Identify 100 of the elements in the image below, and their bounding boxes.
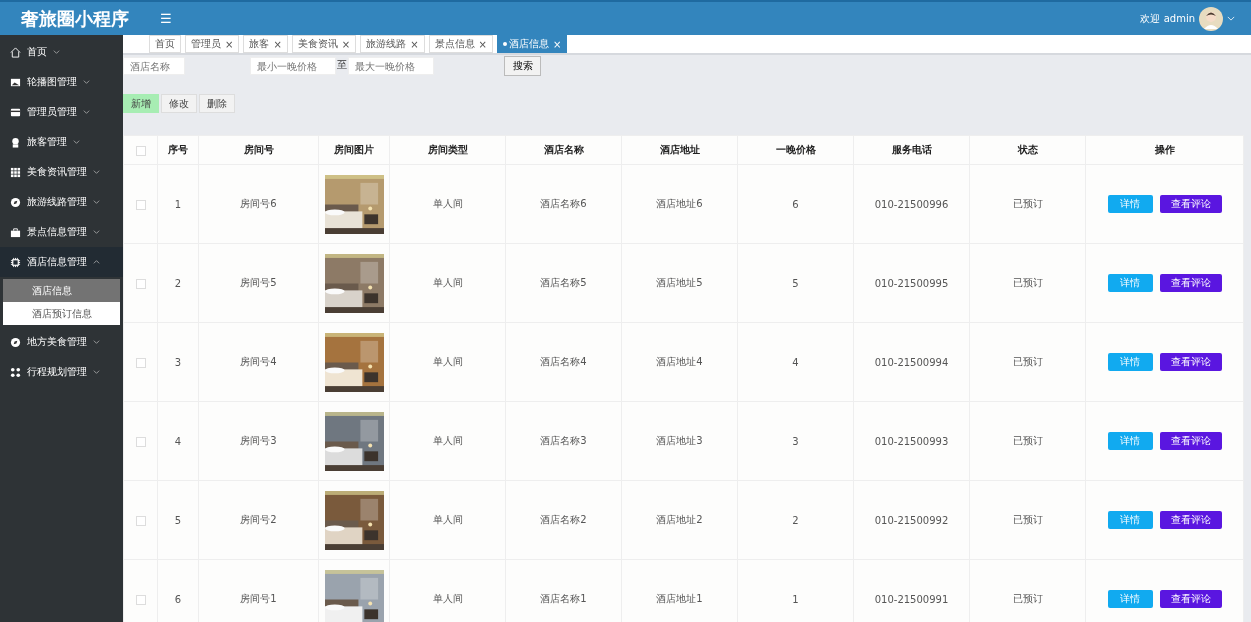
comments-button[interactable]: 查看评论 bbox=[1159, 432, 1222, 450]
sidebar-item[interactable]: 行程规划管理 bbox=[0, 357, 123, 387]
table-cell: 3 bbox=[157, 322, 199, 402]
page-tab[interactable]: 管理员 × bbox=[185, 35, 240, 53]
table-cell: 已预订 bbox=[969, 480, 1086, 560]
header-cell: 序号 bbox=[157, 135, 199, 165]
chevron-icon bbox=[53, 50, 60, 54]
header-cell: 房间图片 bbox=[318, 135, 390, 165]
range-separator: 至 bbox=[337, 58, 347, 72]
chevron-icon bbox=[93, 340, 100, 344]
table-cell: 010-21500993 bbox=[853, 401, 970, 481]
table-cell: 010-21500994 bbox=[853, 322, 970, 402]
comments-button[interactable]: 查看评论 bbox=[1159, 590, 1222, 608]
submenu-item[interactable]: 酒店信息 bbox=[3, 279, 120, 302]
table-cell: 已预订 bbox=[969, 322, 1086, 402]
table-cell: 房间号3 bbox=[198, 401, 319, 481]
table-cell: 酒店名称2 bbox=[505, 480, 622, 560]
table-cell: 单人间 bbox=[389, 480, 506, 560]
chevron-icon bbox=[83, 110, 90, 114]
table-cell: 6 bbox=[737, 164, 854, 244]
table-cell: 酒店名称5 bbox=[505, 243, 622, 323]
chip-icon bbox=[10, 256, 21, 268]
close-icon[interactable]: × bbox=[552, 38, 562, 50]
select-all-checkbox[interactable] bbox=[135, 145, 146, 156]
table-cell: 酒店地址6 bbox=[621, 164, 738, 244]
sidebar-item[interactable]: 管理员管理 bbox=[0, 97, 123, 127]
table-cell: 4 bbox=[737, 322, 854, 402]
caret-icon[interactable] bbox=[1227, 16, 1235, 21]
sidebar-item[interactable]: 旅游线路管理 bbox=[0, 187, 123, 217]
chevron-icon bbox=[93, 260, 100, 264]
table-cell: 房间号5 bbox=[198, 243, 319, 323]
table-cell: 单人间 bbox=[389, 243, 506, 323]
chevron-icon bbox=[93, 200, 100, 204]
page-tab[interactable]: 旅游线路 × bbox=[360, 35, 425, 53]
sidebar-item[interactable]: 旅客管理 bbox=[0, 127, 123, 157]
row-checkbox[interactable] bbox=[135, 199, 146, 210]
page-tab[interactable]: 首页 bbox=[149, 35, 181, 53]
header-cell: 房间类型 bbox=[389, 135, 506, 165]
table-cell: 房间号2 bbox=[198, 480, 319, 560]
table-cell: 1 bbox=[157, 164, 199, 244]
page-tab[interactable]: 酒店信息 × bbox=[496, 35, 568, 53]
close-icon[interactable]: × bbox=[410, 38, 419, 50]
comments-button[interactable]: 查看评论 bbox=[1159, 511, 1222, 529]
table-cell: 已预订 bbox=[969, 164, 1086, 244]
comments-button[interactable]: 查看评论 bbox=[1159, 195, 1222, 213]
close-icon[interactable]: × bbox=[478, 38, 487, 50]
sidebar-item[interactable]: 美食资讯管理 bbox=[0, 157, 123, 187]
table-cell: 2 bbox=[737, 480, 854, 560]
sidebar-item[interactable]: 景点信息管理 bbox=[0, 217, 123, 247]
hotel-name-field[interactable]: 酒店名称 bbox=[123, 57, 185, 75]
avatar-icon[interactable] bbox=[1199, 6, 1223, 31]
header-cell: 酒店地址 bbox=[621, 135, 738, 165]
table-cell: 4 bbox=[157, 401, 199, 481]
table-cell: 房间号4 bbox=[198, 322, 319, 402]
app-title: 奢旅圈小程序 bbox=[20, 6, 130, 31]
table-cell: 房间号6 bbox=[198, 164, 319, 244]
close-icon[interactable]: × bbox=[273, 38, 282, 50]
table-cell: 酒店地址3 bbox=[621, 401, 738, 481]
row-checkbox[interactable] bbox=[135, 515, 146, 526]
comments-button[interactable]: 查看评论 bbox=[1159, 353, 1222, 371]
sidebar-item[interactable]: 酒店信息管理 bbox=[0, 247, 123, 277]
table-cell: 单人间 bbox=[389, 401, 506, 481]
row-checkbox[interactable] bbox=[135, 278, 146, 289]
close-icon[interactable]: × bbox=[225, 38, 234, 50]
table-cell: 2 bbox=[157, 243, 199, 323]
row-checkbox[interactable] bbox=[135, 436, 146, 447]
chevron-icon bbox=[93, 230, 100, 234]
action-button[interactable]: 删除 bbox=[199, 94, 235, 113]
action-button[interactable]: 修改 bbox=[161, 94, 197, 113]
comments-button[interactable]: 查看评论 bbox=[1159, 274, 1222, 292]
search-button[interactable]: 搜索 bbox=[504, 56, 541, 76]
sidebar-item[interactable]: 首页 bbox=[0, 37, 123, 67]
chevron-icon bbox=[83, 80, 90, 84]
close-icon[interactable]: × bbox=[341, 38, 351, 50]
compass-icon bbox=[10, 336, 21, 348]
sidebar-item[interactable]: 轮播图管理 bbox=[0, 67, 123, 97]
table-cell: 已预订 bbox=[969, 401, 1086, 481]
page-tab[interactable]: 景点信息 × bbox=[428, 35, 493, 53]
sidebar-item[interactable]: 地方美食管理 bbox=[0, 327, 123, 357]
table-cell: 酒店地址4 bbox=[621, 322, 738, 402]
table-cell: 5 bbox=[157, 480, 199, 560]
max-price-field[interactable]: 最大一晚价格 bbox=[348, 57, 434, 75]
table-cell: 5 bbox=[737, 243, 854, 323]
submenu-item[interactable]: 酒店预订信息 bbox=[3, 302, 120, 325]
header-cell: 服务电话 bbox=[853, 135, 970, 165]
min-price-field[interactable]: 最小一晚价格 bbox=[250, 57, 336, 75]
page-tab[interactable]: 美食资讯 × bbox=[291, 35, 357, 53]
row-checkbox[interactable] bbox=[135, 594, 146, 605]
page-tab[interactable]: 旅客 × bbox=[243, 35, 288, 53]
person-icon bbox=[10, 136, 21, 148]
header-cell: 酒店名称 bbox=[505, 135, 622, 165]
table-cell: 酒店地址2 bbox=[621, 480, 738, 560]
welcome-text: 欢迎 admin bbox=[1140, 11, 1195, 26]
home-icon bbox=[10, 46, 21, 58]
row-checkbox[interactable] bbox=[135, 357, 146, 368]
header-cell: 状态 bbox=[969, 135, 1086, 165]
compass-icon bbox=[10, 196, 21, 208]
table-cell: 010-21500992 bbox=[853, 480, 970, 560]
add-button[interactable]: 新增 bbox=[123, 94, 159, 113]
table-cell: 酒店地址5 bbox=[621, 243, 738, 323]
